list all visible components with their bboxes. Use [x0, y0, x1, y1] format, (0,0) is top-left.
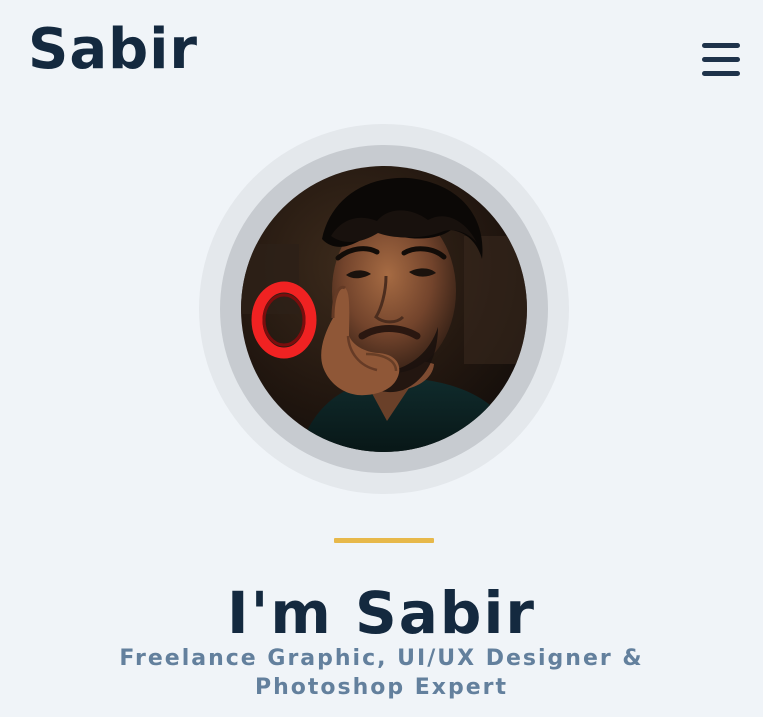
title-accent-line	[334, 538, 434, 543]
page-title: I'm Sabir	[227, 578, 536, 647]
subtitle-line-2: Photoshop Expert	[254, 675, 509, 700]
subtitle-line-1: Freelance Graphic, UI/UX Designer &	[119, 646, 644, 671]
avatar-outer-ring	[199, 124, 569, 494]
portrait-photo	[241, 166, 527, 452]
menu-bar	[702, 43, 740, 48]
brand-logo[interactable]: Sabir	[28, 22, 198, 78]
hamburger-menu-icon[interactable]	[700, 42, 742, 78]
menu-bar	[702, 71, 740, 76]
hero-subtitle: Freelance Graphic, UI/UX Designer & Phot…	[100, 644, 663, 702]
avatar	[241, 166, 527, 452]
site-header: Sabir	[0, 0, 763, 112]
menu-bar	[702, 57, 740, 62]
avatar-inner-ring	[220, 145, 548, 473]
